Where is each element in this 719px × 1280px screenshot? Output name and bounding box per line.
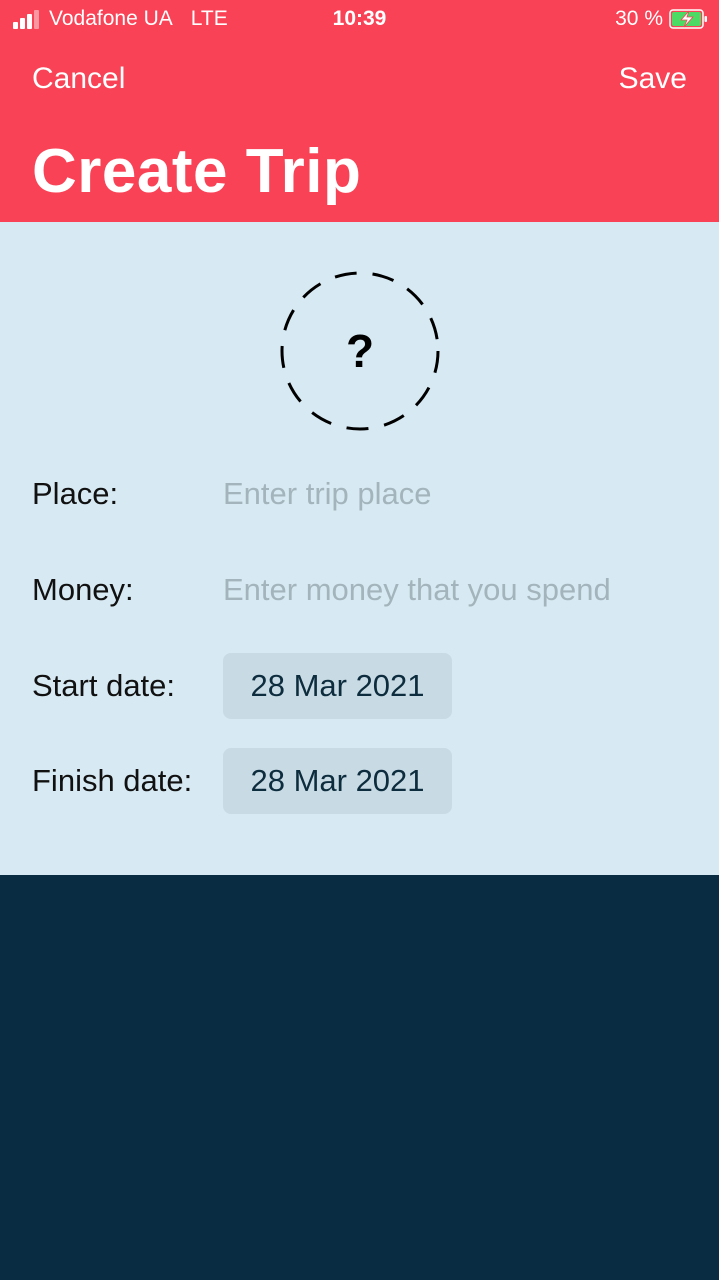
- place-input[interactable]: [223, 476, 683, 512]
- status-right: 30 %: [615, 7, 709, 31]
- cancel-button[interactable]: Cancel: [32, 62, 125, 96]
- place-row: Place:: [32, 461, 692, 527]
- start-date-picker[interactable]: 28 Mar 2021: [223, 653, 452, 719]
- trip-form: ? Place: Money: Start date: 28 Mar 2021 …: [0, 222, 719, 875]
- battery-charging-icon: [669, 9, 707, 29]
- start-date-label: Start date:: [32, 668, 176, 703]
- money-input[interactable]: [223, 572, 683, 608]
- money-row: Money:: [32, 557, 692, 623]
- header: Vodafone UA LTE 10:39 30 % Cancel Save C…: [0, 0, 719, 222]
- money-label: Money:: [32, 572, 134, 607]
- status-time: 10:39: [332, 7, 387, 30]
- start-date-row: Start date: 28 Mar 2021: [32, 653, 692, 719]
- place-label: Place:: [32, 476, 119, 511]
- bottom-panel: [0, 875, 719, 1280]
- save-button[interactable]: Save: [619, 62, 687, 96]
- finish-date-row: Finish date: 28 Mar 2021: [32, 748, 692, 814]
- page-title: Create Trip: [32, 137, 362, 206]
- photo-picker[interactable]: ?: [278, 269, 442, 433]
- status-bar: Vodafone UA LTE 10:39 30 %: [0, 0, 719, 42]
- nav-bar: Cancel Save: [32, 62, 687, 102]
- question-mark-icon: ?: [345, 325, 375, 377]
- finish-date-picker[interactable]: 28 Mar 2021: [223, 748, 452, 814]
- finish-date-label: Finish date:: [32, 763, 193, 798]
- battery-percentage: 30 %: [615, 7, 663, 30]
